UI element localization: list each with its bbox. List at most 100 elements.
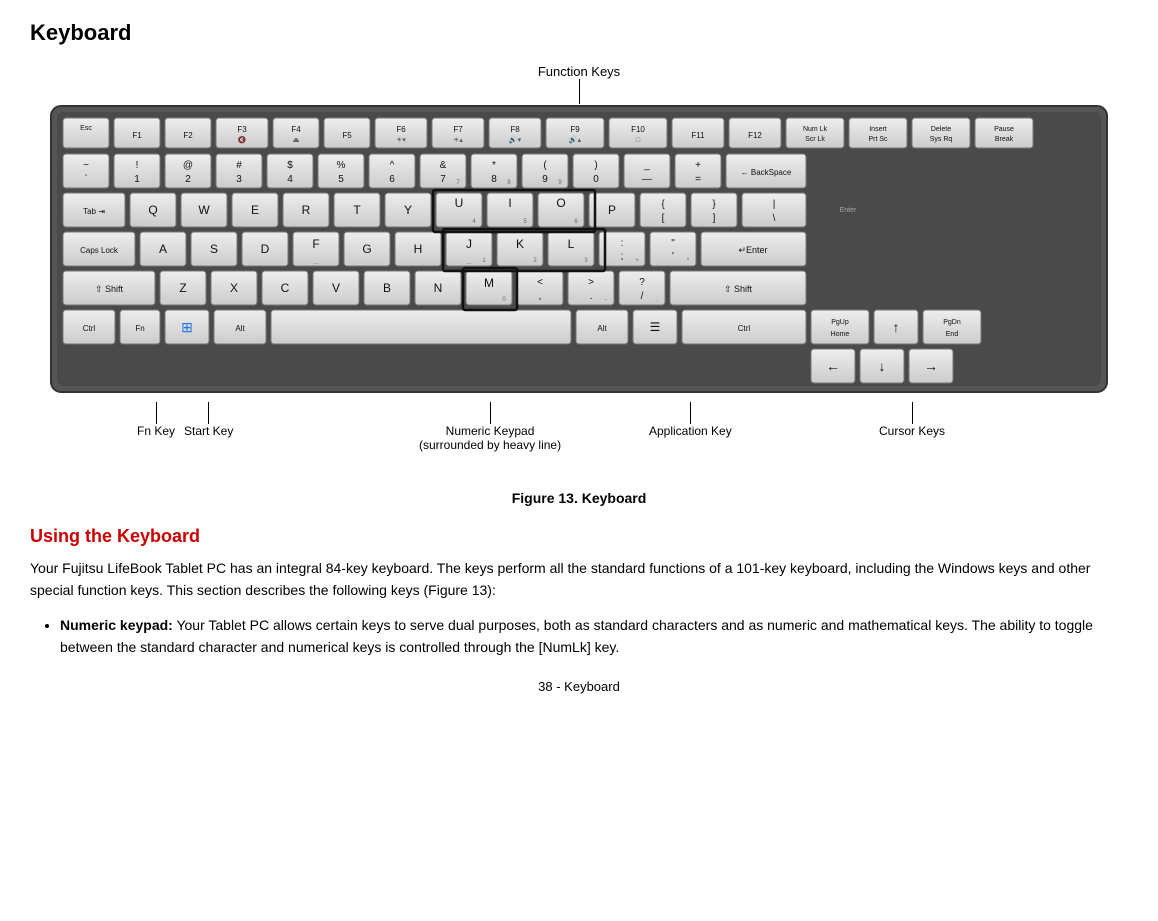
svg-text:%: %: [337, 160, 346, 171]
svg-text:F10: F10: [631, 125, 645, 134]
list-item: Numeric keypad: Your Tablet PC allows ce…: [60, 614, 1128, 659]
svg-text:~: ~: [83, 160, 89, 171]
svg-text:Tab ⇥: Tab ⇥: [83, 207, 105, 216]
svg-text:☀▴: ☀▴: [453, 136, 463, 144]
svg-text:6: 6: [389, 174, 395, 185]
svg-text:C: C: [281, 281, 290, 295]
section-body: Your Fujitsu LifeBook Tablet PC has an i…: [30, 557, 1128, 602]
svg-text:Enter: Enter: [840, 207, 857, 214]
svg-text:F9: F9: [570, 125, 580, 134]
svg-text:⇧ Shift: ⇧ Shift: [95, 284, 124, 294]
svg-text:[: [: [662, 213, 665, 224]
bullet-bold: Numeric keypad:: [60, 617, 173, 633]
svg-text:Home: Home: [831, 331, 850, 338]
svg-text:/: /: [641, 291, 644, 302]
svg-text:Q: Q: [148, 203, 157, 217]
svg-text:+: +: [695, 160, 701, 171]
svg-text:F: F: [312, 237, 319, 251]
svg-text:N: N: [434, 281, 443, 295]
function-keys-label: Function Keys: [538, 64, 620, 79]
svg-text:_: _: [643, 160, 650, 171]
svg-text:F8: F8: [510, 125, 520, 134]
svg-text:↓: ↓: [879, 358, 886, 374]
svg-text:': ': [672, 251, 674, 262]
svg-text:Scr Lk: Scr Lk: [805, 136, 825, 143]
figure-caption: Figure 13. Keyboard: [30, 490, 1128, 506]
svg-text:Break: Break: [995, 136, 1014, 143]
svg-text:": ": [671, 238, 675, 249]
svg-text:>: >: [588, 277, 594, 288]
svg-text:I: I: [508, 196, 511, 210]
svg-text:⏏: ⏏: [293, 137, 300, 144]
svg-text:F5: F5: [342, 131, 352, 140]
svg-text:8: 8: [491, 174, 497, 185]
svg-text:]: ]: [713, 213, 716, 224]
svg-text:🔇: 🔇: [238, 135, 247, 144]
svg-text:O: O: [556, 196, 565, 210]
fn-key-label: Fn Key: [137, 424, 175, 438]
keyboard-diagram: Esc F1 F2 F3 🔇 F4 ⏏ F5: [30, 104, 1128, 394]
svg-text:← BackSpace: ← BackSpace: [741, 168, 792, 177]
cursor-keys-label: Cursor Keys: [879, 424, 945, 438]
svg-text:Y: Y: [404, 203, 412, 217]
svg-text:&: &: [440, 160, 447, 171]
svg-text:V: V: [332, 281, 340, 295]
svg-text:H: H: [414, 242, 423, 256]
svg-text:Num Lk: Num Lk: [803, 126, 828, 133]
svg-text:W: W: [198, 203, 210, 217]
svg-text:_: _: [313, 255, 319, 264]
svg-text:F3: F3: [237, 125, 247, 134]
svg-text:_: _: [466, 255, 472, 264]
svg-text:Esc: Esc: [80, 125, 92, 132]
svg-text:2: 2: [185, 174, 191, 185]
svg-text:3: 3: [236, 174, 242, 185]
start-key-label: Start Key: [184, 424, 233, 438]
numeric-keypad-label: Numeric Keypad (surrounded by heavy line…: [419, 424, 561, 452]
svg-text:$: $: [287, 160, 293, 171]
svg-text:PgDn: PgDn: [943, 319, 961, 326]
svg-text:.: .: [590, 291, 593, 302]
svg-text:🔊▾: 🔊▾: [509, 135, 522, 144]
svg-text:K: K: [516, 237, 524, 251]
svg-text:⇧ Shift: ⇧ Shift: [724, 284, 753, 294]
svg-text:9: 9: [542, 174, 548, 185]
svg-text:End: End: [946, 331, 959, 338]
svg-text:|: |: [773, 199, 776, 210]
svg-text:,: ,: [539, 291, 542, 302]
svg-text:F11: F11: [691, 131, 705, 140]
svg-text:Ctrl: Ctrl: [738, 324, 751, 333]
application-key-label: Application Key: [649, 424, 732, 438]
svg-text:R: R: [302, 203, 311, 217]
svg-text:7: 7: [440, 174, 446, 185]
svg-text:↑: ↑: [893, 319, 900, 335]
svg-text:5: 5: [338, 174, 344, 185]
svg-text:!: !: [136, 160, 139, 171]
svg-text:#: #: [236, 160, 242, 171]
svg-text:🔊▴: 🔊▴: [569, 135, 582, 144]
svg-text:F12: F12: [748, 131, 762, 140]
svg-text:+: +: [635, 258, 639, 264]
svg-text:F7: F7: [453, 125, 463, 134]
svg-text:Fn: Fn: [135, 324, 144, 333]
svg-text:;: ;: [621, 251, 624, 262]
svg-text:↵Enter: ↵Enter: [738, 245, 767, 255]
svg-text:P: P: [608, 203, 616, 217]
svg-text:): ): [594, 160, 597, 171]
bullet-text: Your Tablet PC allows certain keys to se…: [60, 617, 1093, 655]
svg-text:F4: F4: [291, 125, 301, 134]
svg-text:E: E: [251, 203, 259, 217]
svg-text:Prt Sc: Prt Sc: [868, 136, 888, 143]
svg-text:⊞: ⊞: [181, 319, 193, 335]
svg-text:G: G: [362, 242, 371, 256]
svg-text:PgUp: PgUp: [831, 319, 849, 326]
svg-text:A: A: [159, 242, 167, 256]
svg-text:Z: Z: [179, 281, 186, 295]
svg-text:Alt: Alt: [597, 324, 607, 333]
svg-text:\: \: [773, 213, 776, 224]
svg-text::: :: [621, 238, 624, 249]
svg-text:Alt: Alt: [235, 324, 245, 333]
svg-text:←: ←: [826, 358, 840, 374]
svg-text:4: 4: [287, 174, 293, 185]
page-number: 38 - Keyboard: [30, 679, 1128, 694]
svg-text:☀▾: ☀▾: [396, 136, 406, 144]
